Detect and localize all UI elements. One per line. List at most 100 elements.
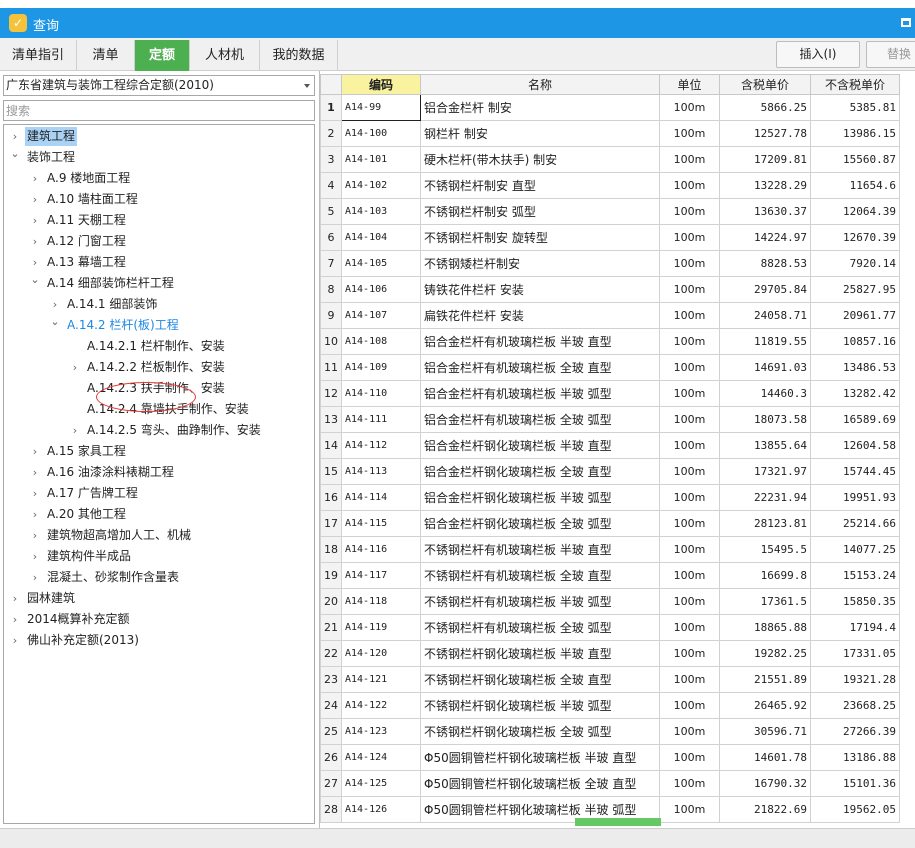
code-cell[interactable]: A14-112 (341, 432, 421, 459)
price-without-tax-cell[interactable]: 16589.69 (810, 406, 900, 433)
unit-cell[interactable]: 100m (659, 770, 720, 797)
quota-library-dropdown[interactable]: 广东省建筑与装饰工程综合定额(2010) (3, 75, 315, 96)
code-cell[interactable]: A14-109 (341, 354, 421, 381)
name-cell[interactable]: 铝合金栏杆钢化玻璃栏板 半玻 直型 (420, 432, 660, 459)
code-cell[interactable]: A14-116 (341, 536, 421, 563)
chevron-right-icon[interactable]: › (29, 189, 41, 210)
code-cell[interactable]: A14-110 (341, 380, 421, 407)
name-cell[interactable]: 不锈钢栏杆钢化玻璃栏板 半玻 直型 (420, 640, 660, 667)
price-without-tax-cell[interactable]: 20961.77 (810, 302, 900, 329)
tree-node[interactable]: › 建筑构件半成品 (4, 546, 314, 567)
tree-node[interactable]: ⌄ A.14.2 栏杆(板)工程 (4, 315, 314, 336)
code-cell[interactable]: A14-108 (341, 328, 421, 355)
price-with-tax-cell[interactable]: 28123.81 (719, 510, 811, 537)
maximize-icon[interactable] (901, 18, 911, 27)
name-cell[interactable]: Φ50圆铜管栏杆钢化玻璃栏板 全玻 直型 (420, 770, 660, 797)
horizontal-scroll-thumb[interactable] (575, 818, 661, 826)
price-with-tax-cell[interactable]: 16790.32 (719, 770, 811, 797)
price-with-tax-cell[interactable]: 11819.55 (719, 328, 811, 355)
price-without-tax-cell[interactable]: 13486.53 (810, 354, 900, 381)
price-with-tax-cell[interactable]: 26465.92 (719, 692, 811, 719)
tree-node[interactable]: › 园林建筑 (4, 588, 314, 609)
header-name[interactable]: 名称 (420, 74, 660, 95)
name-cell[interactable]: 不锈钢栏杆制安 弧型 (420, 198, 660, 225)
price-without-tax-cell[interactable]: 17331.05 (810, 640, 900, 667)
name-cell[interactable]: 铝合金栏杆有机玻璃栏板 半玻 直型 (420, 328, 660, 355)
price-without-tax-cell[interactable]: 7920.14 (810, 250, 900, 277)
replace-button[interactable]: 替换 (866, 41, 915, 68)
header-code[interactable]: 编码 (341, 74, 421, 95)
table-row[interactable]: 19 A14-117 不锈钢栏杆有机玻璃栏板 全玻 直型 100m 16699.8 151… (320, 562, 900, 589)
code-cell[interactable]: A14-124 (341, 744, 421, 771)
price-without-tax-cell[interactable]: 10857.16 (810, 328, 900, 355)
table-row[interactable]: 20 A14-118 不锈钢栏杆有机玻璃栏板 半玻 弧型 100m 17361.5 158… (320, 588, 900, 615)
tree-node[interactable]: › 佛山补充定额(2013) (4, 630, 314, 651)
tab-materials[interactable]: 人材机 (190, 40, 260, 71)
unit-cell[interactable]: 100m (659, 536, 720, 563)
unit-cell[interactable]: 100m (659, 796, 720, 823)
price-with-tax-cell[interactable]: 22231.94 (719, 484, 811, 511)
tree-node[interactable]: › A.12 门窗工程 (4, 231, 314, 252)
tree-node[interactable]: ⌄ A.14 细部装饰栏杆工程 (4, 273, 314, 294)
price-without-tax-cell[interactable]: 13186.88 (810, 744, 900, 771)
unit-cell[interactable]: 100m (659, 198, 720, 225)
price-without-tax-cell[interactable]: 17194.4 (810, 614, 900, 641)
code-cell[interactable]: A14-100 (341, 120, 421, 147)
code-cell[interactable]: A14-104 (341, 224, 421, 251)
price-with-tax-cell[interactable]: 12527.78 (719, 120, 811, 147)
unit-cell[interactable]: 100m (659, 224, 720, 251)
tree-node[interactable]: A.14.2.1 栏杆制作、安装 (4, 336, 314, 357)
price-with-tax-cell[interactable]: 17361.5 (719, 588, 811, 615)
code-cell[interactable]: A14-126 (341, 796, 421, 823)
price-with-tax-cell[interactable]: 8828.53 (719, 250, 811, 277)
name-cell[interactable]: 铝合金栏杆钢化玻璃栏板 半玻 弧型 (420, 484, 660, 511)
chevron-right-icon[interactable]: › (29, 504, 41, 525)
table-row[interactable]: 12 A14-110 铝合金栏杆有机玻璃栏板 半玻 弧型 100m 14460.3 132… (320, 380, 900, 407)
unit-cell[interactable]: 100m (659, 692, 720, 719)
code-cell[interactable]: A14-101 (341, 146, 421, 173)
price-without-tax-cell[interactable]: 5385.81 (810, 94, 900, 121)
tree-node[interactable]: A.14.2.3 扶手制作、安装 (4, 378, 314, 399)
name-cell[interactable]: 不锈钢栏杆有机玻璃栏板 半玻 直型 (420, 536, 660, 563)
code-cell[interactable]: A14-107 (341, 302, 421, 329)
table-row[interactable]: 10 A14-108 铝合金栏杆有机玻璃栏板 半玻 直型 100m 11819.55 10… (320, 328, 900, 355)
name-cell[interactable]: 铝合金栏杆钢化玻璃栏板 全玻 直型 (420, 458, 660, 485)
chevron-down-icon[interactable]: ⌄ (29, 269, 41, 290)
name-cell[interactable]: 铸铁花件栏杆 安装 (420, 276, 660, 303)
unit-cell[interactable]: 100m (659, 328, 720, 355)
table-row[interactable]: 15 A14-113 铝合金栏杆钢化玻璃栏板 全玻 直型 100m 17321.97 15… (320, 458, 900, 485)
unit-cell[interactable]: 100m (659, 562, 720, 589)
tree-node[interactable]: › 建筑工程 (4, 126, 314, 147)
table-row[interactable]: 13 A14-111 铝合金栏杆有机玻璃栏板 全玻 弧型 100m 18073.58 16… (320, 406, 900, 433)
price-without-tax-cell[interactable]: 15153.24 (810, 562, 900, 589)
price-with-tax-cell[interactable]: 30596.71 (719, 718, 811, 745)
chevron-right-icon[interactable]: › (69, 420, 81, 441)
code-cell[interactable]: A14-111 (341, 406, 421, 433)
price-without-tax-cell[interactable]: 11654.6 (810, 172, 900, 199)
price-with-tax-cell[interactable]: 17321.97 (719, 458, 811, 485)
table-row[interactable]: 17 A14-115 铝合金栏杆钢化玻璃栏板 全玻 弧型 100m 28123.81 25… (320, 510, 900, 537)
price-without-tax-cell[interactable]: 19321.28 (810, 666, 900, 693)
name-cell[interactable]: 铝合金栏杆有机玻璃栏板 全玻 弧型 (420, 406, 660, 433)
chevron-down-icon[interactable]: ⌄ (49, 311, 61, 332)
chevron-down-icon[interactable]: ⌄ (9, 143, 21, 164)
code-cell[interactable]: A14-122 (341, 692, 421, 719)
unit-cell[interactable]: 100m (659, 354, 720, 381)
tree-node[interactable]: › A.9 楼地面工程 (4, 168, 314, 189)
chevron-right-icon[interactable]: › (29, 567, 41, 588)
unit-cell[interactable]: 100m (659, 146, 720, 173)
name-cell[interactable]: 铝合金栏杆有机玻璃栏板 全玻 直型 (420, 354, 660, 381)
price-with-tax-cell[interactable]: 18865.88 (719, 614, 811, 641)
price-with-tax-cell[interactable]: 13228.29 (719, 172, 811, 199)
code-cell[interactable]: A14-123 (341, 718, 421, 745)
price-with-tax-cell[interactable]: 17209.81 (719, 146, 811, 173)
name-cell[interactable]: 铝合金栏杆有机玻璃栏板 半玻 弧型 (420, 380, 660, 407)
unit-cell[interactable]: 100m (659, 276, 720, 303)
code-cell[interactable]: A14-113 (341, 458, 421, 485)
price-without-tax-cell[interactable]: 27266.39 (810, 718, 900, 745)
tree-node[interactable]: › A.16 油漆涂料裱糊工程 (4, 462, 314, 483)
code-cell[interactable]: A14-121 (341, 666, 421, 693)
name-cell[interactable]: 不锈钢栏杆钢化玻璃栏板 全玻 直型 (420, 666, 660, 693)
code-cell[interactable]: A14-119 (341, 614, 421, 641)
price-with-tax-cell[interactable]: 29705.84 (719, 276, 811, 303)
